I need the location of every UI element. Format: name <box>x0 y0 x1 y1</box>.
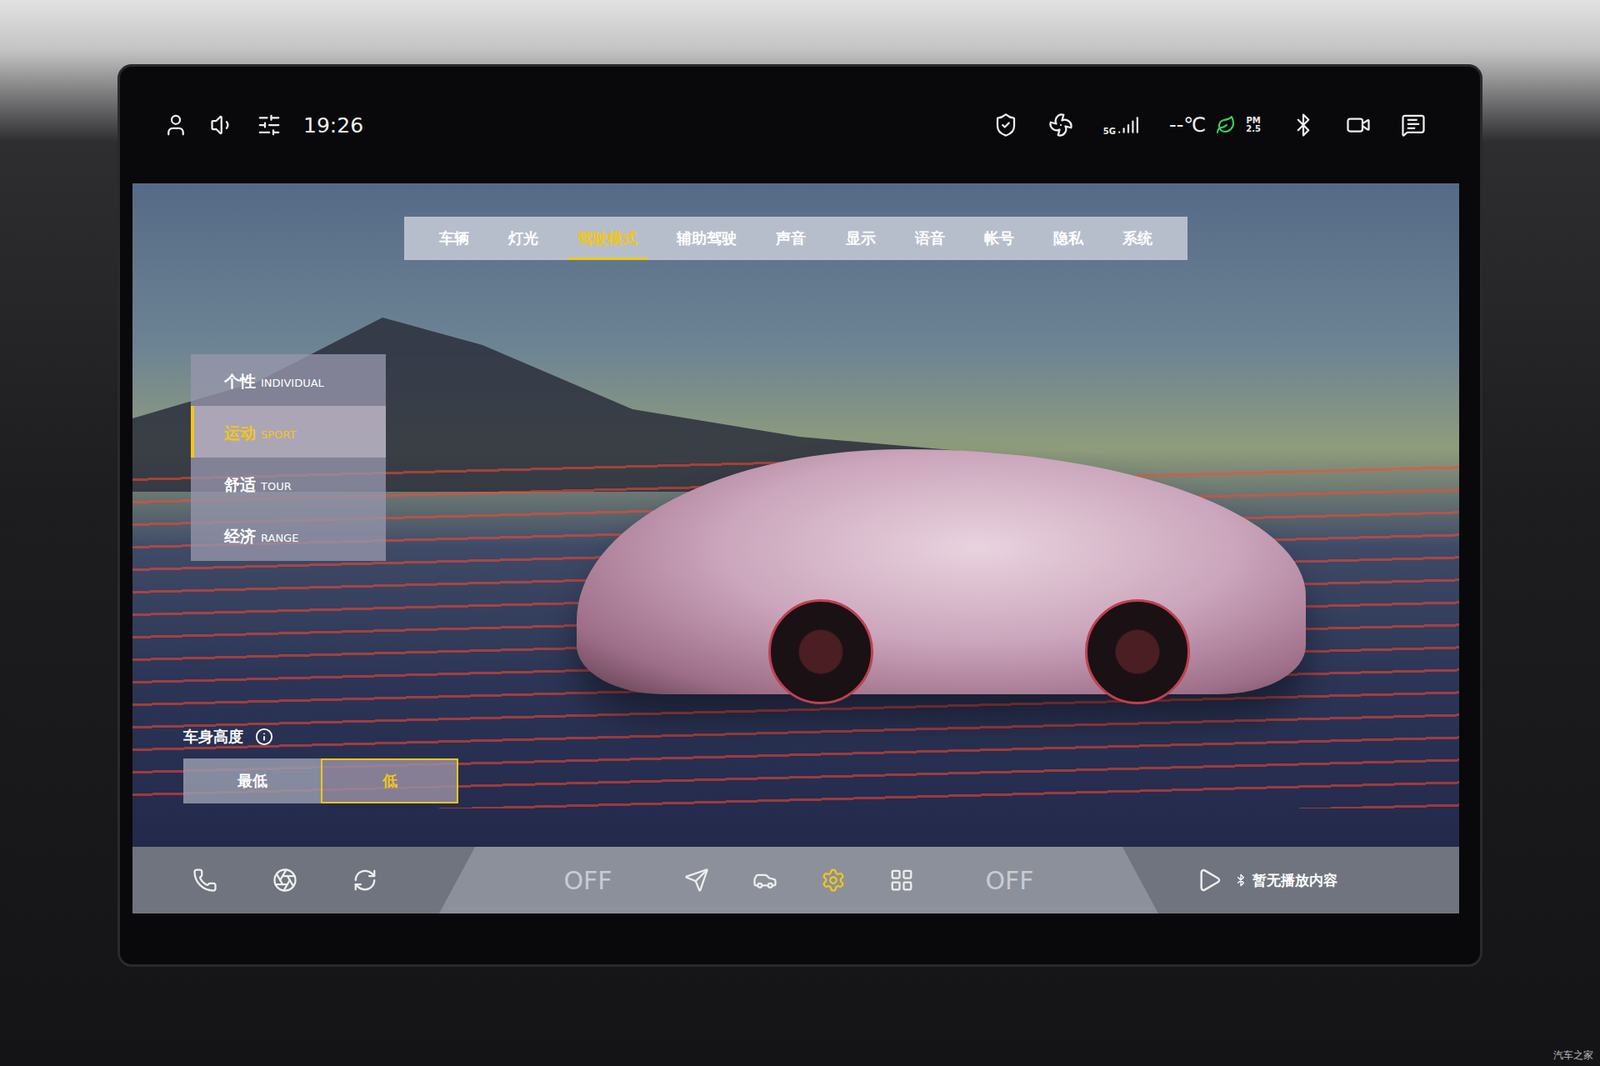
climate-status: --℃ PM2.5 <box>1169 113 1261 137</box>
sliders-icon[interactable] <box>256 112 282 138</box>
user-icon[interactable] <box>163 112 189 138</box>
bluetooth-icon[interactable] <box>1290 112 1316 138</box>
volume-icon[interactable] <box>210 112 235 138</box>
navigation-icon[interactable] <box>684 867 710 893</box>
page: 19:26 5G --℃ PM2.5 车辆灯光驾驶模式辅助驾驶声音显示语音帐号隐私系统个… <box>0 0 1600 1066</box>
network-label: 5G <box>1103 126 1116 136</box>
dock: OFF OFF 暂无播放内容 <box>132 846 1460 914</box>
fan-icon[interactable] <box>1048 112 1074 138</box>
ride-height-title: 车身高度 <box>183 726 1460 747</box>
settings-tab[interactable]: 显示 <box>835 216 886 260</box>
ride-height-button[interactable]: 低 <box>320 758 459 804</box>
screen: 19:26 5G --℃ PM2.5 车辆灯光驾驶模式辅助驾驶声音显示语音帐号隐私系统个… <box>120 66 1480 965</box>
network: 5G <box>1103 114 1140 136</box>
settings-tab[interactable]: 隐私 <box>1043 216 1094 260</box>
settings-tab[interactable]: 车辆 <box>429 216 480 260</box>
dock-center: OFF OFF <box>439 846 1159 914</box>
settings-tabs: 车辆灯光驾驶模式辅助驾驶声音显示语音帐号隐私系统 <box>404 216 1188 260</box>
drive-mode-list: 个性INDIVIDUAL运动SPORT舒适TOUR经济RANGE <box>190 354 386 561</box>
settings-tab[interactable]: 帐号 <box>974 216 1025 260</box>
phone-icon[interactable] <box>192 867 218 893</box>
air-quality: PM2.5 <box>1245 116 1261 134</box>
status-bar: 19:26 5G --℃ PM2.5 <box>132 66 1460 184</box>
ride-height: 车身高度最低低 <box>183 726 1460 804</box>
app-icon[interactable] <box>272 867 298 893</box>
drive-mode-item[interactable]: 经济RANGE <box>190 509 386 561</box>
drive-mode-panel: 车辆灯光驾驶模式辅助驾驶声音显示语音帐号隐私系统个性INDIVIDUAL运动SP… <box>132 183 1460 847</box>
settings-tab[interactable]: 语音 <box>905 216 955 260</box>
settings-tab[interactable]: 声音 <box>765 216 816 260</box>
media-bar: 暂无播放内容 <box>1158 846 1338 914</box>
settings-tab[interactable]: 灯光 <box>498 216 549 260</box>
shield-icon[interactable] <box>993 112 1019 138</box>
info-icon[interactable] <box>255 727 274 746</box>
ride-height-options: 最低低 <box>183 758 1460 804</box>
signal-icon <box>1117 114 1140 136</box>
rear-wheel <box>768 599 874 705</box>
drive-mode-item[interactable]: 个性INDIVIDUAL <box>190 354 386 406</box>
car-icon[interactable] <box>752 867 778 893</box>
camera-icon[interactable] <box>1345 112 1371 138</box>
clock: 19:26 <box>303 113 364 138</box>
play-icon[interactable] <box>1195 866 1223 894</box>
status-right: 5G --℃ PM2.5 <box>993 112 1426 138</box>
dock-left <box>132 846 440 914</box>
status-left: 19:26 <box>163 112 364 138</box>
front-wheel <box>1085 599 1190 705</box>
right-climate[interactable]: OFF <box>985 865 1035 895</box>
connect-icon[interactable] <box>352 867 378 893</box>
settings-tab[interactable]: 系统 <box>1112 216 1163 260</box>
message-icon[interactable] <box>1400 112 1426 138</box>
ride-height-button[interactable]: 最低 <box>183 758 321 804</box>
settings-tab[interactable]: 驾驶模式 <box>567 216 648 260</box>
media-status: 暂无播放内容 <box>1234 870 1338 890</box>
temperature: --℃ <box>1169 113 1206 137</box>
drive-mode-item[interactable]: 舒适TOUR <box>190 457 386 510</box>
leaf-icon <box>1215 115 1236 135</box>
left-climate[interactable]: OFF <box>563 865 612 895</box>
settings-icon[interactable] <box>820 867 846 893</box>
apps-icon[interactable] <box>889 867 915 893</box>
drive-mode-item[interactable]: 运动SPORT <box>190 405 386 458</box>
bluetooth-small-icon <box>1234 873 1248 887</box>
watermark: 汽车之家 <box>1553 1048 1594 1063</box>
settings-tab[interactable]: 辅助驾驶 <box>666 216 747 260</box>
